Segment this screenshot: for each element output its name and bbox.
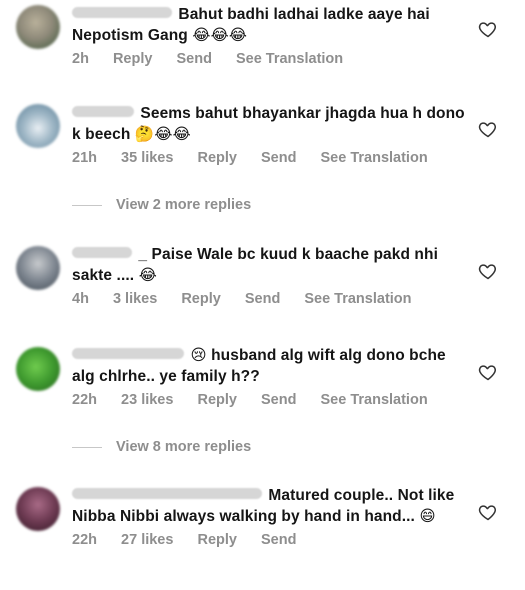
reply-button[interactable]: Reply [197,392,237,408]
send-button[interactable]: Send [261,392,296,408]
username-blurred[interactable] [72,7,172,19]
send-button[interactable]: Send [261,532,296,548]
comment-emoji: 😂 [138,266,157,284]
send-button[interactable]: Send [245,291,280,307]
send-button[interactable]: Send [261,150,296,166]
comment-actions: 4h 3 likes Reply Send See Translation [72,291,467,307]
reply-button[interactable]: Reply [197,150,237,166]
likes-count[interactable]: 27 likes [121,532,173,548]
heart-icon[interactable] [478,19,498,39]
comment-time: 2h [72,51,89,67]
username-blurred[interactable] [72,488,262,500]
reply-button[interactable]: Reply [181,291,221,307]
view-more-replies-label[interactable]: View 2 more replies [116,197,251,213]
comment-time: 22h [72,532,97,548]
heart-icon[interactable] [478,119,498,139]
comment-text: Seems bahut bhayankar jhagda hua h dono … [72,103,467,145]
view-more-replies-label[interactable]: View 8 more replies [116,439,251,455]
divider-line [72,446,102,448]
see-translation-button[interactable]: See Translation [236,51,343,67]
comment-body: Bahut badhi ladhai ladke aaye hai Nepoti… [72,4,467,67]
comment-emoji: 😂😂😂 [192,26,247,44]
comment-emoji: 😢 [190,346,207,364]
username-blurred[interactable] [72,348,184,360]
comment-actions: 2h Reply Send See Translation [72,51,467,67]
comment-emoji: 🤔😂😂 [134,125,191,143]
avatar[interactable] [16,246,60,290]
comment-text: Matured couple.. Not like Nibba Nibbi al… [72,485,467,527]
see-translation-button[interactable]: See Translation [321,150,428,166]
comment-actions: 22h 23 likes Reply Send See Translation [72,392,467,408]
likes-count[interactable]: 23 likes [121,392,173,408]
reply-button[interactable]: Reply [113,51,153,67]
comment-emoji: 😄 [419,507,436,525]
comment-time: 22h [72,392,97,408]
view-more-replies-2[interactable]: View 8 more replies [72,439,251,455]
comment-time: 4h [72,291,89,307]
avatar[interactable] [16,347,60,391]
send-button[interactable]: Send [176,51,211,67]
reply-button[interactable]: Reply [197,532,237,548]
avatar[interactable] [16,487,60,531]
comment-body: Seems bahut bhayankar jhagda hua h dono … [72,103,467,166]
see-translation-button[interactable]: See Translation [304,291,411,307]
username-blurred[interactable] [72,247,132,259]
likes-count[interactable]: 35 likes [121,150,173,166]
comment-text: _ Paise Wale bc kuud k baache pakd nhi s… [72,244,467,286]
see-translation-button[interactable]: See Translation [321,392,428,408]
divider-line [72,204,102,206]
comment-body: _ Paise Wale bc kuud k baache pakd nhi s… [72,244,467,307]
likes-count[interactable]: 3 likes [113,291,157,307]
view-more-replies-1[interactable]: View 2 more replies [72,197,251,213]
username-blurred[interactable] [72,106,134,118]
heart-icon[interactable] [478,261,498,281]
comment-actions: 21h 35 likes Reply Send See Translation [72,150,467,166]
comment-time: 21h [72,150,97,166]
avatar[interactable] [16,104,60,148]
heart-icon[interactable] [478,502,498,522]
avatar[interactable] [16,5,60,49]
comment-text: 😢 husband alg wift alg dono bche alg chl… [72,345,467,387]
comment-actions: 22h 27 likes Reply Send [72,532,467,548]
comment-text: Bahut badhi ladhai ladke aaye hai Nepoti… [72,4,467,46]
comment-body: 😢 husband alg wift alg dono bche alg chl… [72,345,467,408]
comment-body: Matured couple.. Not like Nibba Nibbi al… [72,485,467,548]
heart-icon[interactable] [478,362,498,382]
